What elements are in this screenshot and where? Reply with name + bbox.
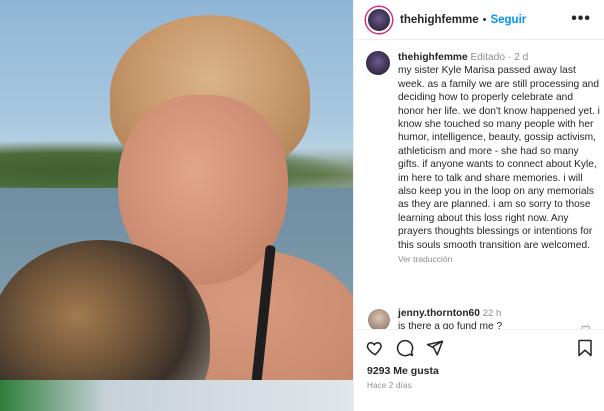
- likes-count[interactable]: 9293 Me gusta: [367, 365, 439, 377]
- bookmark-icon[interactable]: [577, 339, 593, 357]
- comment-icon[interactable]: [396, 339, 414, 357]
- comment-username[interactable]: jenny.thornton60: [398, 308, 480, 319]
- more-icon[interactable]: •••: [571, 10, 591, 28]
- caption-age: 2 d: [514, 52, 529, 63]
- caption-edited: Editado: [470, 52, 506, 63]
- separator-dot: •: [482, 13, 487, 26]
- caption-text-block: thehighfemme Editado · 2 d my sister Kyl…: [398, 51, 601, 252]
- avatar[interactable]: [366, 6, 392, 33]
- action-icons: [366, 339, 444, 357]
- post-header: thehighfemme • Seguir •••: [354, 0, 604, 40]
- post-sidebar: thehighfemme • Seguir ••• thehighfemme E…: [353, 0, 604, 411]
- paddleboard: [0, 380, 353, 411]
- comment-body: jenny.thornton60 22 h is there a go fund…: [398, 307, 601, 329]
- caption-text: my sister Kyle Marisa passed away last w…: [398, 65, 600, 251]
- post-time: Hace 2 días: [367, 381, 412, 390]
- post-photo[interactable]: [0, 0, 353, 411]
- list-item: jenny.thornton60 22 h is there a go fund…: [366, 307, 601, 329]
- comments-list[interactable]: thehighfemme Editado · 2 d my sister Kyl…: [354, 41, 604, 329]
- comment-avatar[interactable]: [368, 309, 390, 329]
- caption-separator: ·: [507, 52, 512, 63]
- post-actions: 9293 Me gusta Hace 2 días: [354, 329, 604, 411]
- translate-link[interactable]: Ver traducción: [398, 254, 601, 264]
- follow-button[interactable]: Seguir: [490, 14, 526, 26]
- post-username[interactable]: thehighfemme: [400, 14, 479, 26]
- share-icon[interactable]: [426, 339, 444, 357]
- caption-avatar[interactable]: [366, 51, 390, 75]
- comment-age: 22 h: [482, 308, 502, 319]
- caption-username[interactable]: thehighfemme: [398, 52, 468, 63]
- caption: thehighfemme Editado · 2 d my sister Kyl…: [366, 51, 601, 264]
- comment-text: is there a go fund me ?: [398, 321, 503, 329]
- heart-icon[interactable]: [366, 339, 384, 357]
- bookmark-button[interactable]: [577, 339, 593, 357]
